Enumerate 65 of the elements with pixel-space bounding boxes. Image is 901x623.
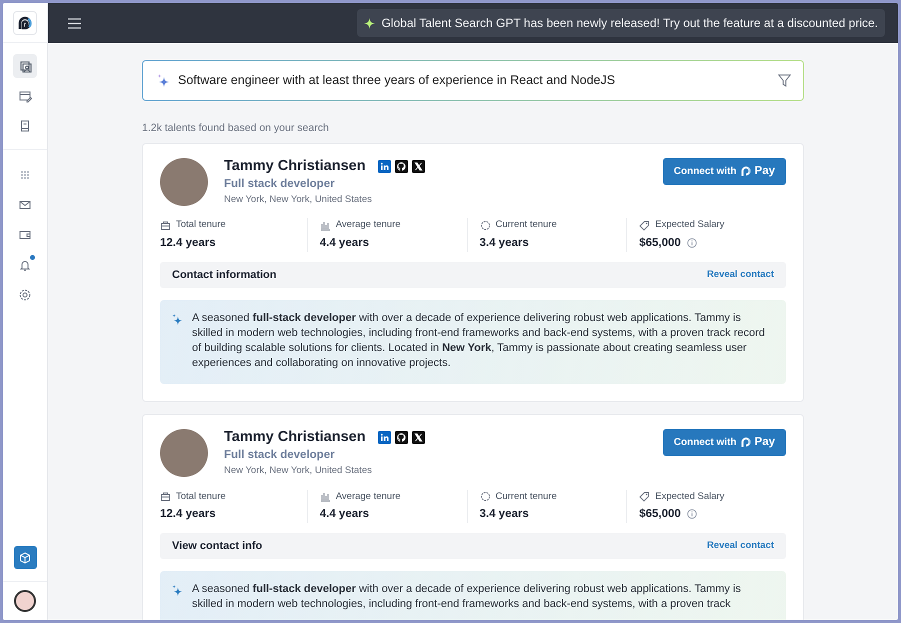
stat-value: 4.4 years <box>320 506 369 522</box>
people-icon[interactable] <box>13 54 37 78</box>
dashed-circle-icon <box>480 220 490 232</box>
cube-button[interactable] <box>14 546 36 569</box>
tag-icon <box>639 491 650 502</box>
reveal-contact-link[interactable]: Reveal contact <box>706 268 774 282</box>
filter-icon[interactable] <box>778 74 791 87</box>
stat-value: 12.4 years <box>160 506 216 522</box>
stat-label: Expected Salary <box>655 490 724 504</box>
tag-icon <box>639 220 650 232</box>
stat-label: Average tenure <box>336 218 401 232</box>
stat-value: 12.4 years <box>160 236 216 251</box>
candidate-name: Tammy Christiansen <box>224 158 366 176</box>
summary-text: A seasoned full-stack developer with over a decade of experience delivering robust web applications. Tammy is skilled in modern web technologies, including front-end frameworks and back-end systems, with a proven track record of building scalable solutions for clients. Located in New York, Tammy is passionate about creating seamless user experiences and collaborating on innovative projects. <box>192 310 766 371</box>
x-logo-icon[interactable] <box>412 160 425 173</box>
info-icon[interactable] <box>686 509 697 520</box>
search-field[interactable]: Software engineer with at least three years of experience in React and NodeJS <box>178 71 770 90</box>
contact-title: Contact information <box>172 268 276 283</box>
linkedin-icon[interactable] <box>378 431 391 444</box>
cube-icon <box>19 552 31 564</box>
stat-label: Current tenure <box>496 218 557 232</box>
photo-placeholder <box>160 428 208 477</box>
summary-text: A seasoned full-stack developer with over a decade of experience delivering robust web applications. Tammy is skilled in modern web technologies, including front-end frameworks and back-end systems, with a proven track <box>192 582 742 612</box>
github-icon[interactable] <box>394 431 408 444</box>
connect-button[interactable]: Connect with Pay <box>662 428 786 456</box>
sparkle-icon <box>172 314 183 325</box>
briefcase-icon <box>160 491 171 502</box>
briefcase-icon <box>160 220 171 232</box>
pay-logo-icon <box>740 437 751 448</box>
app-logo[interactable] <box>13 10 37 34</box>
stat-value: $65,000 <box>639 506 681 522</box>
github-icon[interactable] <box>394 160 408 173</box>
stat-value: 3.4 years <box>480 236 529 251</box>
photo-placeholder <box>160 158 208 206</box>
candidate-location: New York, New York, United States <box>224 194 373 206</box>
candidate-role: Full stack developer <box>224 448 336 464</box>
search-bar[interactable]: Software engineer with at least three years of experience in React and NodeJS <box>142 60 804 101</box>
stat-label: Total tenure <box>176 490 226 504</box>
user-avatar[interactable] <box>14 590 36 612</box>
stat-label: Total tenure <box>176 218 226 232</box>
stat-label: Current tenure <box>496 490 557 504</box>
stat-label: Average tenure <box>336 490 401 504</box>
stat-label: Expected Salary <box>655 218 724 232</box>
announcement-text: Global Talent Search GPT has been newly released! Try out the feature at a discounted price. <box>381 15 878 32</box>
sparkle-icon <box>364 18 376 28</box>
candidate-name: Tammy Christiansen <box>224 428 366 446</box>
results-count: 1.2k talents found based on your search <box>142 121 330 136</box>
reveal-contact-link[interactable]: Reveal contact <box>706 538 774 554</box>
pay-logo-icon <box>740 166 751 177</box>
dashed-circle-icon <box>480 491 490 502</box>
info-icon[interactable] <box>686 238 697 248</box>
candidate-location: New York, New York, United States <box>224 465 373 478</box>
contact-title: View contact info <box>172 538 262 554</box>
sparkle-icon <box>157 74 170 87</box>
bar-chart-icon <box>320 220 331 232</box>
bar-chart-icon <box>320 491 331 502</box>
linkedin-icon[interactable] <box>378 160 391 173</box>
connect-button[interactable]: Connect with Pay <box>662 158 786 185</box>
stat-value: 3.4 years <box>480 506 529 522</box>
candidate-role: Full stack developer <box>224 177 336 192</box>
stat-value: $65,000 <box>639 236 681 251</box>
menu-icon[interactable] <box>68 18 81 28</box>
x-logo-icon[interactable] <box>412 431 425 444</box>
stat-value: 4.4 years <box>320 236 369 251</box>
sparkle-icon <box>172 585 183 596</box>
